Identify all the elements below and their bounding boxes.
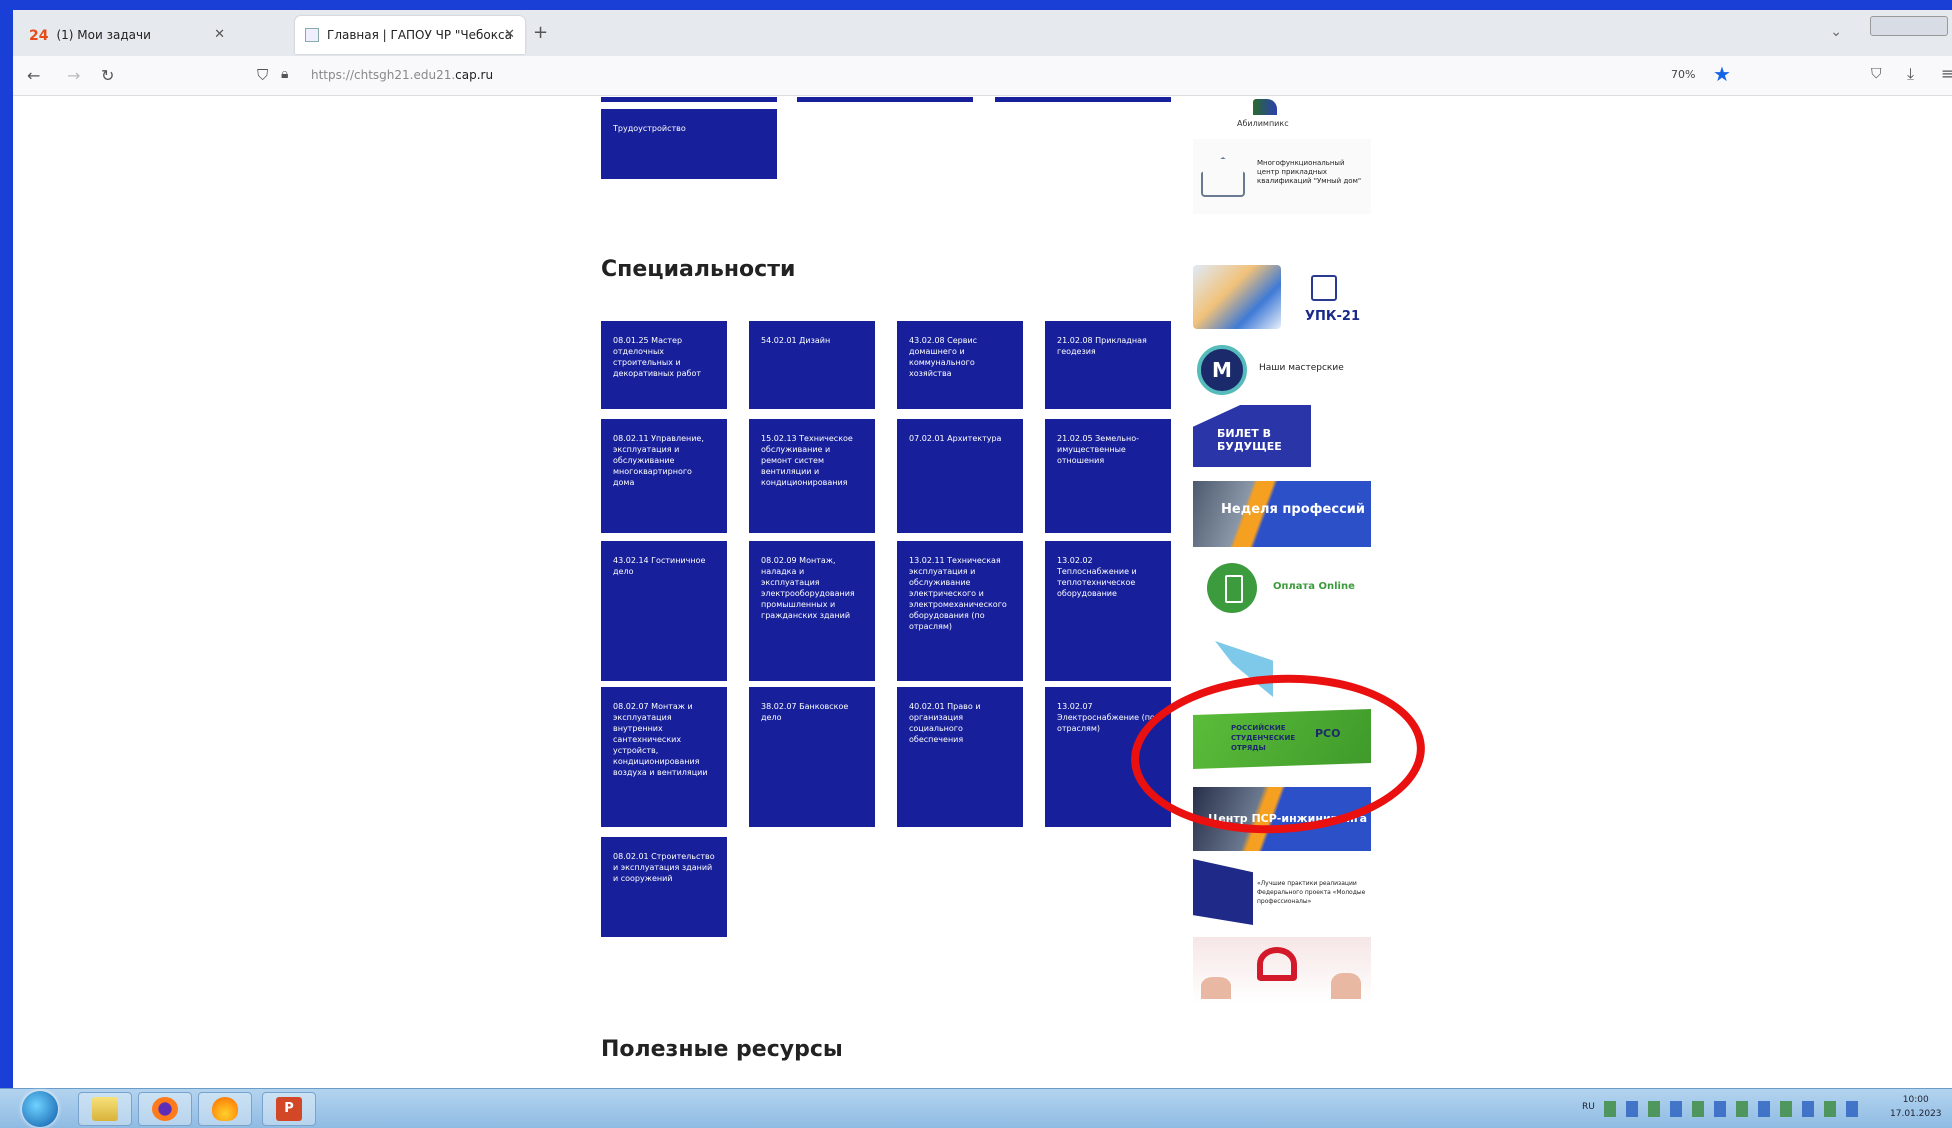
specialty-tile[interactable]: 08.02.01 Строительство и эксплуатация зд… (601, 837, 727, 937)
tab-main[interactable]: Главная | ГАПОУ ЧР "Чебокса ✕ (295, 16, 525, 54)
firefox-icon (152, 1097, 178, 1121)
clock[interactable]: 10:00 17.01.2023 (1890, 1093, 1942, 1121)
upk-21-label: УПК-21 (1305, 309, 1361, 324)
chevron-down-icon[interactable]: ⌄ (1830, 24, 1842, 40)
tasks-favicon-icon: 24 (29, 28, 49, 44)
upk-illustration (1193, 265, 1281, 329)
language-indicator[interactable]: RU (1582, 1102, 1595, 1112)
forward-arrow-icon[interactable]: → (67, 66, 80, 85)
folder-icon (92, 1097, 118, 1121)
url-prefix: https://chtsgh21.edu21. (311, 68, 456, 82)
flame-icon (212, 1097, 238, 1121)
shield-icon[interactable]: ⛉ (257, 66, 268, 84)
red-ribbon-icon (1257, 947, 1297, 981)
house-icon (1201, 157, 1245, 197)
url-field[interactable]: https://chtsgh21.edu21.cap.ru (311, 68, 493, 82)
abilympics-banner[interactable]: Абилимпикс (1193, 97, 1371, 132)
specialty-tile[interactable]: 13.02.02 Теплоснабжение и теплотехническ… (1045, 541, 1171, 681)
specialty-tile[interactable]: 15.02.13 Техническое обслуживание и ремо… (749, 419, 875, 533)
specialty-tile[interactable]: 07.02.01 Архитектура (897, 419, 1023, 533)
new-tab-icon[interactable]: + (533, 22, 548, 43)
clock-time: 10:00 (1902, 1095, 1929, 1105)
ticket-to-future-banner[interactable]: БИЛЕТ В БУДУЩЕЕ (1193, 405, 1371, 467)
bookmark-star-icon[interactable]: ★ (1713, 62, 1731, 86)
taskbar-app[interactable] (198, 1092, 252, 1126)
zoom-level[interactable]: 70% (1671, 68, 1695, 81)
smart-home-center-banner[interactable]: Многофункциональный центр прикладных ква… (1193, 139, 1371, 214)
hand-left (1201, 977, 1231, 999)
abilympics-label: Абилимпикс (1237, 119, 1289, 128)
specialty-tile[interactable]: 08.01.25 Мастер отделочных строительных … (601, 321, 727, 409)
lock-icon[interactable]: 🔒︎ (281, 66, 288, 82)
url-domain: cap.ru (455, 68, 494, 82)
professions-week-label: Неделя профессий (1221, 502, 1365, 517)
specialty-tile[interactable]: 43.02.08 Сервис домашнего и коммунальног… (897, 321, 1023, 409)
download-icon[interactable]: ⤓ (1907, 64, 1914, 84)
start-button[interactable] (22, 1091, 58, 1127)
hand-right (1331, 973, 1361, 999)
red-ribbon-banner[interactable] (1193, 937, 1371, 1003)
online-payment-banner[interactable]: Оплата Online (1193, 553, 1371, 619)
clock-date: 17.01.2023 (1890, 1109, 1942, 1119)
specialties-heading: Специальности (601, 257, 796, 282)
web-page: Трудоустройство Специальности 08.01.25 М… (13, 97, 1952, 1087)
young-professionals-logo-icon (1193, 859, 1253, 925)
tab-bar: 24 (1) Мои задачи ✕ Главная | ГАПОУ ЧР "… (13, 10, 1952, 56)
specialty-tile[interactable]: 08.02.07 Монтаж и эксплуатация внутренни… (601, 687, 727, 827)
windows-taskbar: P RU 10:00 17.01.2023 (0, 1088, 1952, 1128)
specialty-tile[interactable]: 21.02.05 Земельно-имущественные отношени… (1045, 419, 1171, 533)
workshops-banner[interactable]: M Наши мастерские (1193, 339, 1371, 401)
taskbar-powerpoint[interactable]: P (262, 1092, 316, 1126)
menu-icon[interactable]: ≡ (1941, 64, 1952, 83)
workshops-m-icon: M (1197, 345, 1247, 395)
young-professionals-text: «Лучшие практики реализации Федерального… (1257, 880, 1366, 905)
reload-icon[interactable]: ↻ (101, 66, 114, 85)
browser-window: 24 (1) Мои задачи ✕ Главная | ГАПОУ ЧР "… (13, 10, 1952, 1088)
tab-tasks-label: (1) Мои задачи (56, 28, 151, 42)
specialty-tile[interactable]: 40.02.01 Право и организация социального… (897, 687, 1023, 827)
tile-top-edge (601, 97, 777, 102)
red-annotation-circle (1127, 667, 1429, 841)
specialty-tile[interactable]: 54.02.01 Дизайн (749, 321, 875, 409)
specialty-tile[interactable]: 38.02.07 Банковское дело (749, 687, 875, 827)
abilympics-logo-icon (1253, 99, 1277, 115)
tile-employment[interactable]: Трудоустройство (601, 109, 777, 179)
young-professionals-banner[interactable]: «Лучшие практики реализации Федерального… (1193, 859, 1371, 925)
payment-label: Оплата Online (1273, 581, 1355, 592)
resources-heading: Полезные ресурсы (601, 1037, 843, 1062)
taskbar-explorer[interactable] (78, 1092, 132, 1126)
taskbar-firefox[interactable] (138, 1092, 192, 1126)
pocket-icon[interactable]: ⛉ (1871, 66, 1882, 82)
tab-main-label: Главная | ГАПОУ ЧР "Чебокса (327, 28, 512, 42)
workshops-label: Наши мастерские (1259, 363, 1344, 373)
specialty-tile[interactable]: 08.02.11 Управление, эксплуатация и обсл… (601, 419, 727, 533)
specialty-tile[interactable]: 13.02.11 Техническая эксплуатация и обсл… (897, 541, 1023, 681)
powerpoint-icon: P (276, 1097, 302, 1121)
close-icon[interactable]: ✕ (504, 27, 515, 42)
navigation-bar: ← → ↻ ⛉ 🔒︎ https://chtsgh21.edu21.cap.ru… (13, 56, 1952, 96)
ticket-label: БИЛЕТ В БУДУЩЕЕ (1217, 427, 1282, 453)
tile-top-edge (797, 97, 973, 102)
tile-top-edge (995, 97, 1171, 102)
tab-tasks[interactable]: 24 (1) Мои задачи ✕ (19, 16, 289, 54)
specialty-tile[interactable]: 21.02.08 Прикладная геодезия (1045, 321, 1171, 409)
phone-icon (1207, 563, 1257, 613)
specialty-tile[interactable]: 43.02.14 Гостиничное дело (601, 541, 727, 681)
tray-icons[interactable] (1604, 1101, 1864, 1117)
professions-week-banner[interactable]: Неделя профессий (1193, 481, 1371, 547)
smart-home-text: Многофункциональный центр прикладных ква… (1257, 159, 1362, 185)
upk-21-banner[interactable]: УПК-21 (1193, 265, 1371, 335)
back-arrow-icon[interactable]: ← (27, 66, 40, 85)
specialty-tile[interactable]: 08.02.09 Монтаж, наладка и эксплуатация … (749, 541, 875, 681)
page-favicon-icon (305, 28, 319, 42)
document-icon (1311, 275, 1337, 301)
close-icon[interactable]: ✕ (214, 27, 225, 42)
window-controls[interactable] (1870, 16, 1948, 36)
